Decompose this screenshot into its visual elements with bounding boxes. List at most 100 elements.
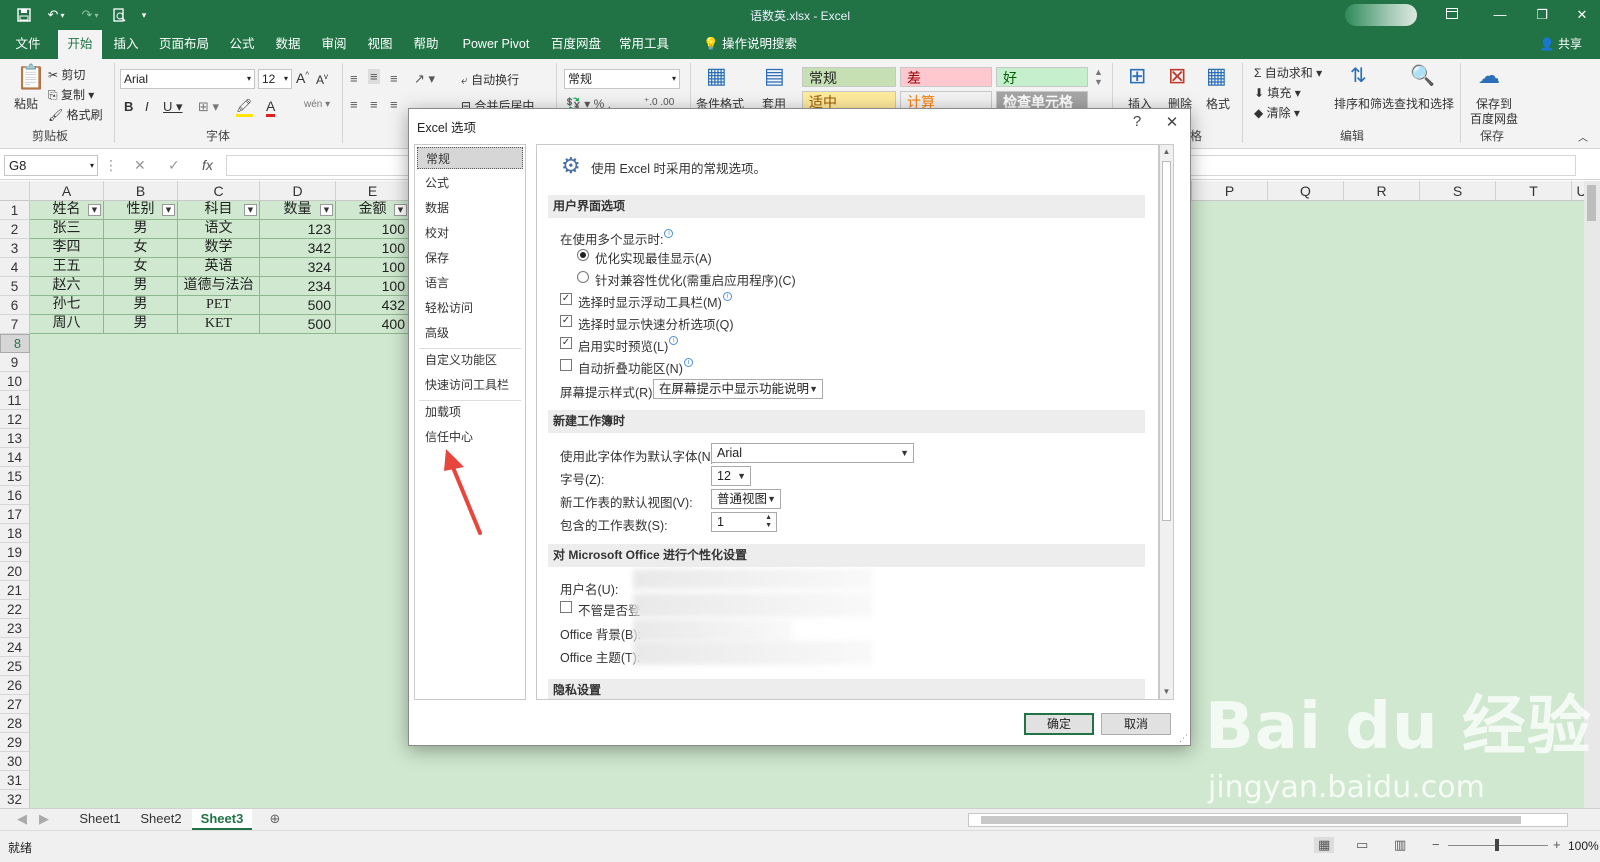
horizontal-scroll-thumb[interactable] [981, 816, 1521, 824]
table-cell[interactable]: 男 [104, 277, 178, 296]
col-header-d[interactable]: D [260, 181, 336, 201]
sort-filter-button[interactable]: 排序和筛选 [1334, 95, 1394, 112]
tab-formulas[interactable]: 公式 [224, 30, 260, 59]
baidu-cloud-icon[interactable]: ☁ [1478, 63, 1500, 89]
table-header-cell[interactable]: 数量 ▼ [260, 201, 336, 220]
mini-toolbar-label[interactable]: 选择时显示浮动工具栏(M) i [578, 292, 732, 311]
find-select-icon[interactable]: 🔍 [1410, 63, 1435, 88]
fill-color-icon[interactable]: 🖍 [236, 98, 253, 117]
style-normal[interactable]: 常规 [802, 67, 896, 87]
increase-font-icon[interactable]: A^ [296, 70, 309, 86]
filter-dropdown-icon[interactable]: ▼ [394, 204, 407, 216]
table-cell[interactable]: 张三 [30, 220, 104, 239]
font-name-select[interactable]: Arial ▾ [120, 69, 255, 89]
ribbon-display-options-icon[interactable] [1440, 4, 1464, 26]
scroll-up-icon[interactable]: ▲ [1161, 145, 1172, 159]
screentip-style-select[interactable]: 在屏幕提示中显示功能说明 ▼ [653, 379, 823, 399]
wrap-text-button[interactable]: ⤶ 自动换行 [461, 71, 519, 88]
spinner-arrows-icon[interactable]: ▲ ▼ [765, 514, 772, 530]
tab-view[interactable]: 视图 [362, 30, 398, 59]
row-header[interactable]: 15 [0, 467, 30, 486]
row-header[interactable]: 9 [0, 353, 30, 372]
tab-review[interactable]: 审阅 [316, 30, 352, 59]
underline-icon[interactable]: U ▾ [163, 99, 183, 115]
row-header[interactable]: 31 [0, 771, 30, 790]
orientation-icon[interactable]: ↗ ▾ [414, 71, 435, 87]
close-window-icon[interactable]: ✕ [1570, 4, 1594, 26]
table-cell[interactable]: PET [178, 296, 260, 315]
table-cell[interactable]: 342 [260, 239, 336, 258]
row-header[interactable]: 13 [0, 429, 30, 448]
table-cell[interactable]: 男 [104, 296, 178, 315]
row-header[interactable]: 28 [0, 714, 30, 733]
checkbox-mini-toolbar[interactable]: ✓ [560, 293, 572, 305]
tab-data[interactable]: 数据 [270, 30, 306, 59]
cancel-button[interactable]: 取消 [1101, 713, 1171, 735]
nav-general[interactable]: 常规 [417, 147, 523, 169]
table-cell[interactable]: 100 [336, 258, 410, 277]
row-header[interactable]: 7 [0, 315, 30, 334]
delete-cells-icon[interactable]: ⊠ [1168, 63, 1186, 89]
table-cell[interactable]: 400 [336, 315, 410, 334]
zoom-level[interactable]: 100% [1568, 839, 1599, 853]
office-background-blurred[interactable] [633, 619, 793, 641]
page-break-view-icon[interactable]: ▥ [1394, 837, 1406, 853]
table-cell[interactable]: 500 [260, 296, 336, 315]
table-header-cell[interactable]: 金额 ▼ [336, 201, 410, 220]
table-cell[interactable]: 男 [104, 220, 178, 239]
col-header-p[interactable]: P [1192, 181, 1268, 201]
page-layout-view-icon[interactable]: ▭ [1356, 837, 1368, 853]
default-view-select[interactable]: 普通视图 ▼ [711, 489, 781, 509]
tab-help[interactable]: 帮助 [408, 30, 444, 59]
table-cell[interactable]: 李四 [30, 239, 104, 258]
filter-dropdown-icon[interactable]: ▼ [320, 204, 333, 216]
table-cell[interactable]: 123 [260, 220, 336, 239]
table-cell[interactable]: 100 [336, 239, 410, 258]
fill-button[interactable]: ⬇ 填充 ▾ [1254, 84, 1301, 101]
filter-dropdown-icon[interactable]: ▼ [162, 204, 175, 216]
italic-icon[interactable]: I [145, 99, 149, 114]
row-header[interactable]: 29 [0, 733, 30, 752]
nav-quick-access-toolbar[interactable]: 快速访问工具栏 [417, 374, 523, 396]
table-header-cell[interactable]: 科目 ▼ [178, 201, 260, 220]
row-header[interactable]: 30 [0, 752, 30, 771]
tab-insert[interactable]: 插入 [108, 30, 144, 59]
sheet-tab-sheet1[interactable]: Sheet1 [70, 809, 130, 830]
tab-file[interactable]: 文件 [10, 30, 46, 59]
format-painter-button[interactable]: 🖌 格式刷 [48, 106, 103, 123]
decrease-font-icon[interactable]: Av [316, 72, 328, 87]
radio-optimize-best[interactable] [577, 249, 589, 261]
row-header[interactable]: 23 [0, 619, 30, 638]
checkbox-live-preview[interactable]: ✓ [560, 337, 572, 349]
align-center-icon[interactable]: ≡ [370, 97, 378, 112]
font-color-icon[interactable]: A [266, 98, 276, 117]
row-header[interactable]: 8 [0, 334, 30, 353]
bold-icon[interactable]: B [124, 99, 133, 114]
next-sheet-icon[interactable]: ▶ [36, 809, 52, 830]
default-font-select[interactable]: Arial ▼ [711, 443, 914, 463]
nav-proofing[interactable]: 校对 [417, 222, 523, 244]
insert-cells-icon[interactable]: ⊞ [1128, 63, 1146, 89]
row-header[interactable]: 4 [0, 258, 30, 277]
col-header-s[interactable]: S [1420, 181, 1496, 201]
tab-baidu-netdisk[interactable]: 百度网盘 [548, 30, 604, 59]
sheet-tab-sheet2[interactable]: Sheet2 [132, 809, 190, 830]
checkbox-collapse-ribbon[interactable] [560, 359, 572, 371]
table-cell[interactable]: 王五 [30, 258, 104, 277]
autosum-button[interactable]: Σ 自动求和 ▾ [1254, 64, 1322, 81]
table-cell[interactable]: 234 [260, 277, 336, 296]
table-cell[interactable]: 英语 [178, 258, 260, 277]
phonetic-icon[interactable]: wén ▾ [304, 99, 330, 110]
row-header[interactable]: 6 [0, 296, 30, 315]
format-as-table-icon[interactable]: ▤ [764, 63, 785, 89]
table-cell[interactable]: 324 [260, 258, 336, 277]
copy-button[interactable]: ⎘ 复制 ▾ [48, 86, 94, 103]
row-header[interactable]: 16 [0, 486, 30, 505]
zoom-out-icon[interactable]: − [1432, 837, 1440, 852]
table-cell[interactable]: 女 [104, 258, 178, 277]
confirm-entry-icon[interactable]: ✓ [168, 157, 180, 174]
name-box[interactable]: G8 ▾ [4, 155, 98, 176]
borders-icon[interactable]: ⊞ ▾ [198, 99, 219, 115]
table-cell[interactable]: KET [178, 315, 260, 334]
tell-me-search[interactable]: 💡 操作说明搜索 [690, 30, 810, 59]
